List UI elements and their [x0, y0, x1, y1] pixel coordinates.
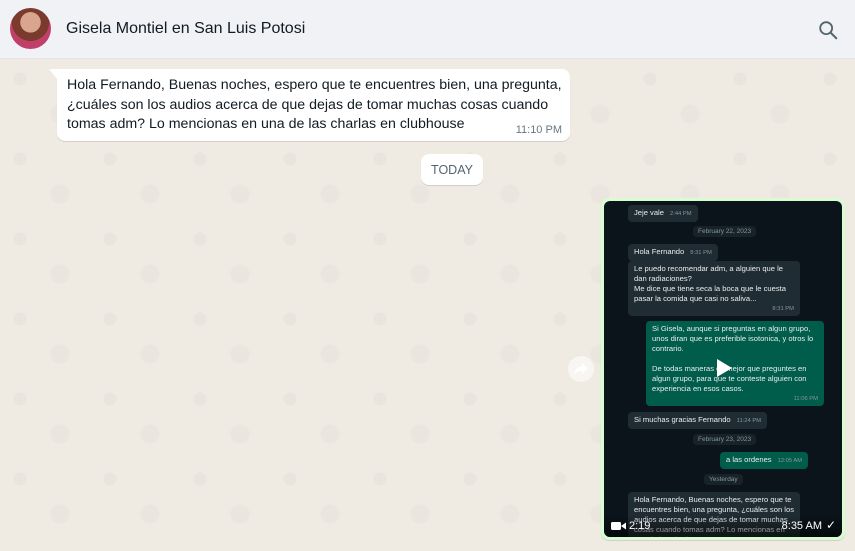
- chat-header: Gisela Montiel en San Luis Potosi: [0, 0, 855, 59]
- contact-name[interactable]: Gisela Montiel en San Luis Potosi: [66, 20, 305, 38]
- forward-icon: [574, 363, 588, 375]
- preview-date: February 23, 2023: [693, 434, 757, 445]
- preview-date: February 22, 2023: [693, 226, 757, 237]
- search-icon[interactable]: [817, 19, 839, 41]
- play-icon[interactable]: [712, 357, 734, 379]
- preview-date: Yesterday: [704, 474, 743, 485]
- date-divider: TODAY: [421, 154, 483, 185]
- message-time: 8:35 AM: [781, 520, 822, 532]
- chat-pane[interactable]: Hola Fernando, Buenas noches, espero que…: [0, 59, 855, 551]
- contact-avatar[interactable]: [10, 8, 51, 49]
- sent-check-icon: ✓: [825, 518, 836, 532]
- preview-message: a las ordenes 12:05 AM: [720, 452, 809, 469]
- forward-button[interactable]: [568, 356, 594, 382]
- video-thumbnail[interactable]: Jeje vale 2:44 PM February 22, 2023 Hola …: [604, 201, 842, 537]
- preview-message: Jeje vale 2:44 PM: [628, 205, 698, 222]
- incoming-message[interactable]: Hola Fernando, Buenas noches, espero que…: [49, 69, 570, 141]
- video-camera-icon: [611, 522, 626, 530]
- message-time: 11:10 PM: [515, 124, 562, 136]
- message-text: Hola Fernando, Buenas noches, espero que…: [67, 77, 562, 132]
- preview-message: Si muchas gracias Fernando 11:24 PM: [628, 412, 768, 429]
- preview-message: Le puedo recomendar adm, a alguien que l…: [628, 261, 800, 316]
- outgoing-video-message[interactable]: Jeje vale 2:44 PM February 22, 2023 Hola …: [601, 198, 845, 540]
- preview-message: Si Gisela, aunque si preguntas en algun …: [646, 321, 824, 406]
- video-info-bar: 2:19 8:35 AM ✓: [604, 515, 842, 537]
- video-duration: 2:19: [629, 520, 651, 532]
- preview-message: Hola Fernando 8:31 PM: [628, 244, 718, 261]
